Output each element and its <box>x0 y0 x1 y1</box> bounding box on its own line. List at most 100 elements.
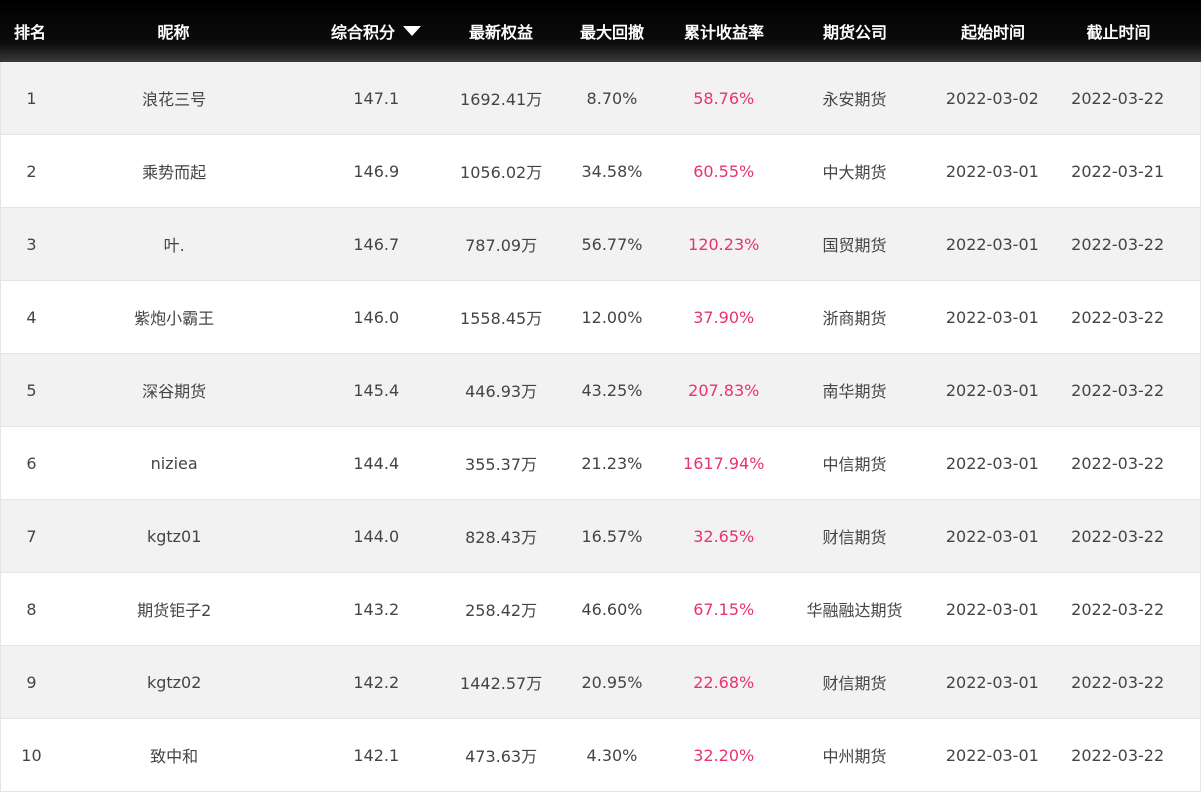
cell-equity: 355.37万 <box>465 455 538 474</box>
cell-drawdown: 43.25% <box>581 380 643 400</box>
cell-end: 2022-03-22 <box>1071 380 1165 400</box>
sort-desc-triangle-icon[interactable] <box>403 26 421 36</box>
cell-drawdown: 12.00% <box>581 307 643 327</box>
cell-company: 国贸期货 <box>822 236 887 255</box>
table-row: 6 niziea 144.4 355.37万 21.23% 1617.94% 中… <box>1 427 1200 500</box>
cell-return: 37.90% <box>693 307 755 327</box>
cell-end: 2022-03-22 <box>1071 234 1165 254</box>
cell-start: 2022-03-01 <box>945 234 1039 254</box>
cell-return: 32.65% <box>693 526 755 546</box>
cell-end: 2022-03-22 <box>1071 526 1165 546</box>
cell-nickname: 紫炮小霸王 <box>134 309 215 328</box>
cell-rank: 9 <box>26 672 37 692</box>
cell-start: 2022-03-01 <box>945 672 1039 692</box>
cell-nickname: 叶. <box>163 236 185 255</box>
cell-end: 2022-03-21 <box>1071 161 1165 181</box>
cell-score: 143.2 <box>353 599 400 619</box>
cell-rank: 6 <box>26 453 37 473</box>
cell-start: 2022-03-01 <box>945 307 1039 327</box>
cell-end: 2022-03-22 <box>1071 599 1165 619</box>
cell-rank: 8 <box>26 599 37 619</box>
cell-nickname: kgtz02 <box>146 672 202 692</box>
cell-return: 22.68% <box>693 672 755 692</box>
cell-equity: 828.43万 <box>465 528 538 547</box>
cell-nickname: kgtz01 <box>146 526 202 546</box>
table-row: 3 叶. 146.7 787.09万 56.77% 120.23% 国贸期货 2… <box>1 208 1200 281</box>
cell-start: 2022-03-01 <box>945 745 1039 765</box>
cell-equity: 473.63万 <box>465 747 538 766</box>
cell-company: 南华期货 <box>822 382 887 401</box>
header-nickname[interactable]: 昵称 <box>61 19 286 43</box>
cell-score: 144.4 <box>353 453 400 473</box>
cell-rank: 1 <box>26 88 37 108</box>
cell-start: 2022-03-01 <box>945 526 1039 546</box>
cell-end: 2022-03-22 <box>1071 307 1165 327</box>
cell-nickname: 浪花三号 <box>142 90 207 109</box>
cell-return: 120.23% <box>688 234 760 254</box>
cell-company: 中州期货 <box>822 747 887 766</box>
cell-start: 2022-03-01 <box>945 599 1039 619</box>
cell-equity: 1056.02万 <box>460 163 543 182</box>
cell-company: 永安期货 <box>822 90 887 109</box>
cell-drawdown: 34.58% <box>581 161 643 181</box>
header-score-label: 综合积分 <box>330 23 395 42</box>
header-end[interactable]: 截止时间 <box>1036 19 1201 43</box>
header-drawdown[interactable]: 最大回撤 <box>536 19 688 43</box>
cell-score: 146.7 <box>353 234 400 254</box>
header-company[interactable]: 期货公司 <box>760 19 950 43</box>
cell-nickname: 深谷期货 <box>142 382 207 401</box>
cell-nickname: niziea <box>150 453 198 473</box>
cell-return: 58.76% <box>693 88 755 108</box>
header-equity[interactable]: 最新权益 <box>466 19 536 43</box>
cell-company: 浙商期货 <box>822 309 887 328</box>
cell-return: 67.15% <box>693 599 755 619</box>
cell-score: 144.0 <box>353 526 400 546</box>
cell-score: 145.4 <box>353 380 400 400</box>
cell-drawdown: 8.70% <box>586 88 638 108</box>
cell-drawdown: 21.23% <box>581 453 643 473</box>
cell-end: 2022-03-22 <box>1071 672 1165 692</box>
cell-rank: 2 <box>26 161 37 181</box>
cell-score: 147.1 <box>353 88 400 108</box>
table-row: 1 浪花三号 147.1 1692.41万 8.70% 58.76% 永安期货 … <box>1 62 1200 135</box>
cell-nickname: 致中和 <box>150 747 199 766</box>
header-return[interactable]: 累计收益率 <box>684 19 764 43</box>
table-header: 排名 昵称 综合积分 最新权益 最大回撤 累计收益率 期货公司 起始时间 截止时… <box>0 0 1201 62</box>
ranking-table: 排名 昵称 综合积分 最新权益 最大回撤 累计收益率 期货公司 起始时间 截止时… <box>0 0 1201 792</box>
cell-start: 2022-03-01 <box>945 161 1039 181</box>
cell-company: 财信期货 <box>822 528 887 547</box>
cell-rank: 7 <box>26 526 37 546</box>
table-row: 2 乘势而起 146.9 1056.02万 34.58% 60.55% 中大期货… <box>1 135 1200 208</box>
cell-company: 中信期货 <box>822 455 887 474</box>
cell-equity: 446.93万 <box>465 382 538 401</box>
table-row: 10 致中和 142.1 473.63万 4.30% 32.20% 中州期货 2… <box>1 719 1200 792</box>
cell-end: 2022-03-22 <box>1071 88 1165 108</box>
header-rank[interactable]: 排名 <box>0 19 61 43</box>
cell-company: 华融融达期货 <box>806 601 903 620</box>
cell-equity: 1558.45万 <box>460 309 543 328</box>
table-row: 7 kgtz01 144.0 828.43万 16.57% 32.65% 财信期… <box>1 500 1200 573</box>
cell-equity: 1692.41万 <box>460 90 543 109</box>
table-body: 1 浪花三号 147.1 1692.41万 8.70% 58.76% 永安期货 … <box>0 62 1201 792</box>
cell-company: 中大期货 <box>822 163 887 182</box>
table-row: 5 深谷期货 145.4 446.93万 43.25% 207.83% 南华期货… <box>1 354 1200 427</box>
cell-return: 207.83% <box>688 380 760 400</box>
table-row: 4 紫炮小霸王 146.0 1558.45万 12.00% 37.90% 浙商期… <box>1 281 1200 354</box>
cell-drawdown: 16.57% <box>581 526 643 546</box>
table-row: 9 kgtz02 142.2 1442.57万 20.95% 22.68% 财信… <box>1 646 1200 719</box>
cell-equity: 1442.57万 <box>460 674 543 693</box>
cell-drawdown: 4.30% <box>586 745 638 765</box>
cell-score: 146.9 <box>353 161 400 181</box>
table-row: 8 期货钜子2 143.2 258.42万 46.60% 67.15% 华融融达… <box>1 573 1200 646</box>
cell-start: 2022-03-02 <box>945 88 1039 108</box>
cell-score: 142.1 <box>353 745 400 765</box>
header-start[interactable]: 起始时间 <box>950 19 1036 43</box>
header-score[interactable]: 综合积分 <box>286 19 466 43</box>
cell-nickname: 乘势而起 <box>142 163 207 182</box>
cell-return: 1617.94% <box>683 453 765 473</box>
cell-equity: 258.42万 <box>465 601 538 620</box>
cell-end: 2022-03-22 <box>1071 453 1165 473</box>
cell-drawdown: 56.77% <box>581 234 643 254</box>
cell-equity: 787.09万 <box>465 236 538 255</box>
cell-rank: 5 <box>26 380 37 400</box>
